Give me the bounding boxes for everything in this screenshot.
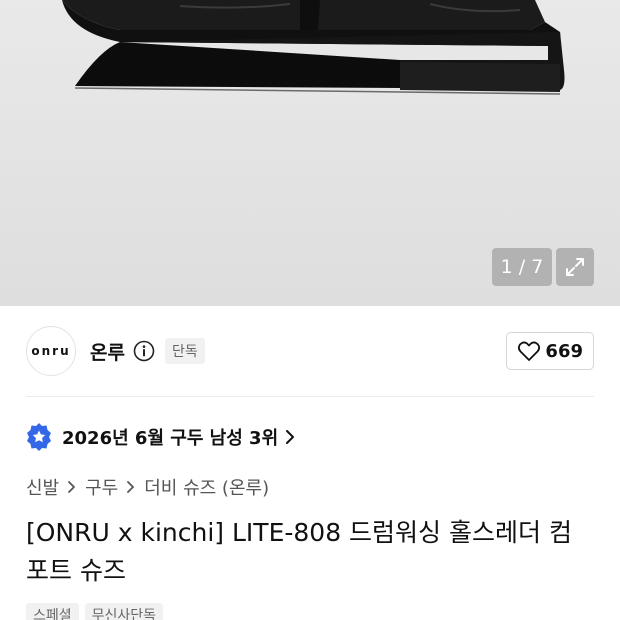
expand-image-button[interactable] [556,248,594,286]
chevron-right-icon [67,480,77,494]
tag: 스페셜 [26,603,79,620]
breadcrumb: 신발 구두 더비 슈즈 (온루) [26,474,269,500]
ranking-text: 2026년 6월 구두 남성 3위 [62,428,279,449]
image-counter: 1 / 7 [492,248,552,286]
ranking-badge-icon [27,423,51,451]
product-tags: 스페셜 무신사단독 [26,603,169,620]
like-button[interactable]: 669 [506,332,594,370]
breadcrumb-item[interactable]: 구두 [85,474,118,500]
brand-name[interactable]: 온루 [90,338,125,365]
expand-icon [566,258,584,276]
brand-logo[interactable]: onru [26,326,76,376]
divider [26,396,594,397]
tag: 무신사단독 [84,603,164,620]
product-image-gallery[interactable]: 1 / 7 [0,0,620,306]
info-icon[interactable] [133,340,155,362]
breadcrumb-item[interactable]: 더비 슈즈 (온루) [144,474,269,500]
ranking-link[interactable]: 2026년 6월 구두 남성 3위 [26,421,296,453]
heart-icon [518,341,541,361]
breadcrumb-item[interactable]: 신발 [26,474,59,500]
chevron-right-icon [126,480,136,494]
brand-row: onru 온루 단독 669 [26,326,594,376]
exclusive-badge: 단독 [164,338,205,364]
product-title: [ONRU x kinchi] LITE-808 드럼워싱 홀스레더 컴포트 슈… [26,518,572,585]
like-count: 669 [545,340,583,362]
chevron-right-icon [284,429,296,445]
